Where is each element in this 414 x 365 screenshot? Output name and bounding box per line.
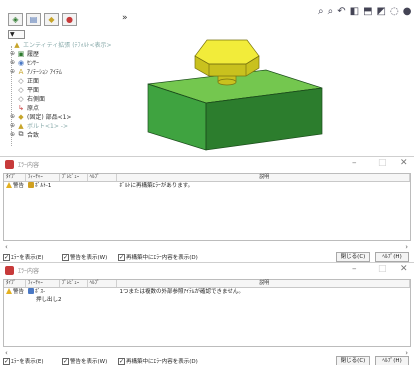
- show-errors-label: ｴﾗｰを表示(E): [11, 255, 44, 261]
- show-rebuild-errors-checkbox[interactable]: ✓ 再構築中にｴﾗｰ内容を表示(D): [118, 357, 198, 365]
- column-help[interactable]: ﾍﾙﾌﾟ: [88, 174, 118, 181]
- error-icon: [5, 160, 14, 169]
- maximize-icon[interactable]: □: [378, 158, 387, 168]
- row-preview: [60, 182, 88, 191]
- close-button[interactable]: 閉じる(C): [336, 252, 370, 262]
- table-row-continuation: 押し出し2: [4, 296, 410, 304]
- show-rebuild-label: 再構築中にｴﾗｰ内容を表示(D): [126, 255, 198, 261]
- column-description[interactable]: 説明: [117, 280, 410, 287]
- show-warnings-label: 警告を表示(W): [70, 255, 108, 261]
- show-warnings-checkbox[interactable]: ✓ 警告を表示(W): [62, 357, 107, 365]
- dialog-title: ｴﾗｰ内容: [18, 268, 40, 275]
- bolt-head-top: [194, 39, 260, 65]
- error-icon: [5, 266, 14, 275]
- close-icon[interactable]: ✕: [400, 158, 408, 168]
- checkbox-checked-icon: ✓: [118, 357, 125, 365]
- row-feature-2: 押し出し2: [36, 297, 62, 303]
- row-feature: ﾎﾞｽ-: [34, 289, 46, 295]
- show-errors-checkbox[interactable]: ✓ ｴﾗｰを表示(E): [3, 253, 44, 261]
- show-warnings-checkbox[interactable]: ✓ 警告を表示(W): [62, 253, 107, 261]
- row-description: ﾎﾞﾙﾄに再構築ｴﾗｰがあります。: [119, 183, 194, 189]
- row-type: 警告: [13, 183, 25, 189]
- maximize-icon[interactable]: □: [378, 264, 387, 274]
- column-type[interactable]: ﾀｲﾌﾟ: [4, 280, 26, 287]
- show-errors-label: ｴﾗｰを表示(E): [11, 359, 44, 365]
- scroll-left-icon[interactable]: ‹: [5, 243, 8, 251]
- error-list: ﾀｲﾌﾟ ﾌｨｰﾁｬｰ ﾌﾟﾚﾋﾞｭｰ ﾍﾙﾌﾟ 説明 警告 ﾎﾞﾙﾄ-1 ﾎﾞ…: [3, 173, 411, 241]
- close-icon[interactable]: ✕: [400, 264, 408, 274]
- row-type: 警告: [13, 289, 25, 295]
- error-dialog-2: ｴﾗｰ内容 – □ ✕ ﾀｲﾌﾟ ﾌｨｰﾁｬｰ ﾌﾟﾚﾋﾞｭｰ ﾍﾙﾌﾟ 説明 …: [0, 262, 414, 365]
- checkbox-checked-icon: ✓: [3, 253, 10, 261]
- column-preview[interactable]: ﾌﾟﾚﾋﾞｭｰ: [60, 174, 88, 181]
- show-warnings-label: 警告を表示(W): [70, 359, 108, 365]
- column-feature[interactable]: ﾌｨｰﾁｬｰ: [26, 174, 60, 181]
- row-feature: ﾎﾞﾙﾄ-1: [34, 183, 52, 189]
- scroll-right-icon[interactable]: ›: [405, 243, 408, 251]
- warning-icon: [6, 288, 12, 294]
- column-preview[interactable]: ﾌﾟﾚﾋﾞｭｰ: [60, 280, 88, 287]
- help-button[interactable]: ﾍﾙﾌﾟ(H): [375, 252, 409, 262]
- warning-icon: [6, 182, 12, 188]
- error-list: ﾀｲﾌﾟ ﾌｨｰﾁｬｰ ﾌﾟﾚﾋﾞｭｰ ﾍﾙﾌﾟ 説明 警告 ﾎﾞｽ- 1つまた…: [3, 279, 411, 347]
- model-viewport[interactable]: [0, 0, 414, 156]
- checkbox-checked-icon: ✓: [118, 253, 125, 261]
- dialog-title: ｴﾗｰ内容: [18, 162, 40, 169]
- dialog-footer: ✓ ｴﾗｰを表示(E) ✓ 警告を表示(W) ✓ 再構築中にｴﾗｰ内容を表示(D) 閉…: [0, 356, 414, 365]
- column-description[interactable]: 説明: [117, 174, 410, 181]
- minimize-icon[interactable]: –: [352, 264, 357, 274]
- row-help: [88, 288, 118, 296]
- row-description: 1つまたは複数の外部参照ｱｲﾃﾑが確認できません。: [119, 289, 244, 295]
- show-rebuild-label: 再構築中にｴﾗｰ内容を表示(D): [126, 359, 198, 365]
- close-button[interactable]: 閉じる(C): [336, 356, 370, 365]
- checkbox-checked-icon: ✓: [62, 253, 69, 261]
- table-row[interactable]: 警告 ﾎﾞｽ- 1つまたは複数の外部参照ｱｲﾃﾑが確認できません。: [4, 288, 410, 296]
- column-feature[interactable]: ﾌｨｰﾁｬｰ: [26, 280, 60, 287]
- column-type[interactable]: ﾀｲﾌﾟ: [4, 174, 26, 181]
- cad-workspace: ◈ ▤ ◆ ● » ▼ ▲ エンティティ拡張 (ﾃﾌｫﾙﾄ<表示> ⊕ ▣ 履歴 ⊕ ◉ ｾﾝ…: [0, 0, 414, 156]
- checkbox-checked-icon: ✓: [62, 357, 69, 365]
- error-list-header: ﾀｲﾌﾟ ﾌｨｰﾁｬｰ ﾌﾟﾚﾋﾞｭｰ ﾍﾙﾌﾟ 説明: [4, 280, 410, 288]
- checkbox-checked-icon: ✓: [3, 357, 10, 365]
- minimize-icon[interactable]: –: [352, 158, 357, 168]
- horizontal-scrollbar[interactable]: ‹ ›: [3, 243, 411, 251]
- row-help: [88, 182, 118, 191]
- error-dialog-1: ｴﾗｰ内容 – □ ✕ ﾀｲﾌﾟ ﾌｨｰﾁｬｰ ﾌﾟﾚﾋﾞｭｰ ﾍﾙﾌﾟ 説明 …: [0, 156, 414, 262]
- error-list-header: ﾀｲﾌﾟ ﾌｨｰﾁｬｰ ﾌﾟﾚﾋﾞｭｰ ﾍﾙﾌﾟ 説明: [4, 174, 410, 182]
- table-row[interactable]: 警告 ﾎﾞﾙﾄ-1 ﾎﾞﾙﾄに再構築ｴﾗｰがあります。: [4, 182, 410, 191]
- dialog-titlebar[interactable]: ｴﾗｰ内容 – □ ✕: [0, 263, 414, 277]
- bolt-feature-icon: [27, 182, 34, 188]
- boss-extrude-icon: [27, 288, 34, 294]
- dialog-titlebar[interactable]: ｴﾗｰ内容 – □ ✕: [0, 157, 414, 171]
- help-button[interactable]: ﾍﾙﾌﾟ(H): [375, 356, 409, 365]
- row-preview: [60, 288, 88, 296]
- show-rebuild-errors-checkbox[interactable]: ✓ 再構築中にｴﾗｰ内容を表示(D): [118, 253, 198, 261]
- column-help[interactable]: ﾍﾙﾌﾟ: [88, 280, 118, 287]
- show-errors-checkbox[interactable]: ✓ ｴﾗｰを表示(E): [3, 357, 44, 365]
